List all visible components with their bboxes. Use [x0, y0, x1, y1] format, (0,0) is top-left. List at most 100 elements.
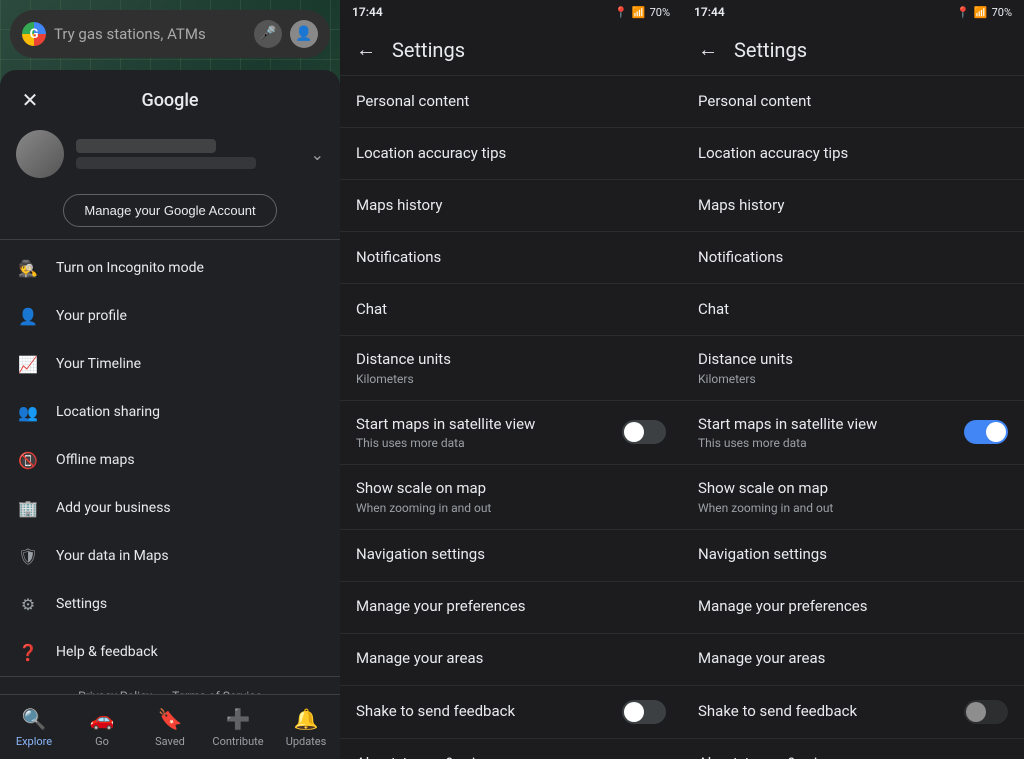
business-icon: 🏢 — [16, 496, 40, 520]
mid-item-preferences[interactable]: Manage your preferences — [340, 582, 682, 634]
mid-status-bar: 17:44 📍 📶 70% — [340, 0, 682, 24]
right-item-areas[interactable]: Manage your areas — [682, 634, 1024, 686]
saved-label: Saved — [155, 735, 185, 748]
menu-item-offline[interactable]: 📵 Offline maps — [0, 436, 340, 484]
right-item-distance[interactable]: Distance units Kilometers — [682, 336, 1024, 401]
data-icon: 🛡 — [16, 544, 40, 568]
mid-item-about[interactable]: About, terms & privacy — [340, 739, 682, 759]
account-info: ⌄ — [0, 122, 340, 190]
updates-icon: 🔔 — [294, 707, 319, 731]
mid-item-navigation[interactable]: Navigation settings — [340, 530, 682, 582]
expand-icon[interactable]: ⌄ — [311, 145, 324, 164]
manage-account-button[interactable]: Manage your Google Account — [63, 194, 276, 227]
toggle-knob-on — [986, 422, 1006, 442]
mid-item-notifications[interactable]: Notifications — [340, 232, 682, 284]
right-wifi-icon: 📶 — [974, 6, 988, 19]
mid-item-maps-history[interactable]: Maps history — [340, 180, 682, 232]
incognito-icon: 🕵 — [16, 256, 40, 280]
mid-satellite-toggle[interactable] — [622, 420, 666, 444]
menu-item-business[interactable]: 🏢 Add your business — [0, 484, 340, 532]
right-item-satellite[interactable]: Start maps in satellite view This uses m… — [682, 401, 1024, 466]
mid-item-scale[interactable]: Show scale on map When zooming in and ou… — [340, 465, 682, 530]
mid-item-satellite[interactable]: Start maps in satellite view This uses m… — [340, 401, 682, 466]
right-status-bar: 17:44 📍 📶 70% — [682, 0, 1024, 24]
right-settings-panel: 17:44 📍 📶 70% ← Settings Personal conten… — [682, 0, 1024, 759]
right-item-location-tips[interactable]: Location accuracy tips — [682, 128, 1024, 180]
google-logo: G — [22, 22, 46, 46]
nav-go[interactable]: 🚗 Go — [68, 707, 136, 748]
right-item-preferences[interactable]: Manage your preferences — [682, 582, 1024, 634]
account-name — [76, 139, 216, 153]
right-item-shake[interactable]: Shake to send feedback — [682, 686, 1024, 739]
mid-item-shake[interactable]: Shake to send feedback — [340, 686, 682, 739]
close-icon[interactable]: ✕ — [16, 86, 44, 114]
right-item-about[interactable]: About, terms & privacy — [682, 739, 1024, 759]
drawer-title: Google — [44, 90, 296, 111]
mid-status-icons: 📍 📶 70% — [614, 6, 670, 19]
contribute-icon: ➕ — [226, 707, 251, 731]
data-label: Your data in Maps — [56, 548, 169, 564]
profile-icon: 👤 — [16, 304, 40, 328]
right-satellite-toggle[interactable] — [964, 420, 1008, 444]
menu-item-help[interactable]: ❓ Help & feedback — [0, 628, 340, 676]
go-icon: 🚗 — [90, 707, 115, 731]
menu-item-incognito[interactable]: 🕵 Turn on Incognito mode — [0, 244, 340, 292]
nav-contribute[interactable]: ➕ Contribute — [204, 707, 272, 748]
menu-item-timeline[interactable]: 📈 Your Timeline — [0, 340, 340, 388]
user-avatar[interactable]: 👤 — [290, 20, 318, 48]
mic-icon[interactable]: 🎤 — [254, 20, 282, 48]
menu-item-settings[interactable]: ⚙ Settings — [0, 580, 340, 628]
battery-mid: 70% — [650, 6, 670, 19]
menu-item-profile[interactable]: 👤 Your profile — [0, 292, 340, 340]
wifi-icon: 📶 — [632, 6, 646, 19]
bottom-nav: 🔍 Explore 🚗 Go 🔖 Saved ➕ Contribute 🔔 Up… — [0, 694, 340, 759]
nav-explore[interactable]: 🔍 Explore — [0, 707, 68, 748]
nav-updates[interactable]: 🔔 Updates — [272, 707, 340, 748]
right-item-notifications[interactable]: Notifications — [682, 232, 1024, 284]
help-icon: ❓ — [16, 640, 40, 664]
settings-label: Settings — [56, 596, 107, 612]
search-bar[interactable]: G Try gas stations, ATMs 🎤 👤 — [10, 10, 330, 58]
location-status-icon: 📍 — [614, 6, 628, 19]
mid-settings-title: Settings — [392, 38, 465, 62]
account-email — [76, 157, 256, 169]
right-battery: 70% — [992, 6, 1012, 19]
mid-item-chat[interactable]: Chat — [340, 284, 682, 336]
right-item-personal[interactable]: Personal content — [682, 76, 1024, 128]
drawer-header: ✕ Google — [0, 70, 340, 122]
mid-item-location-tips[interactable]: Location accuracy tips — [340, 128, 682, 180]
mid-item-distance[interactable]: Distance units Kilometers — [340, 336, 682, 401]
settings-icon: ⚙ — [16, 592, 40, 616]
business-label: Add your business — [56, 500, 171, 516]
explore-icon: 🔍 — [22, 707, 47, 731]
search-input[interactable]: Try gas stations, ATMs — [54, 25, 246, 43]
profile-label: Your profile — [56, 308, 127, 324]
menu-item-data[interactable]: 🛡 Your data in Maps — [0, 532, 340, 580]
mid-settings-list: Personal content Location accuracy tips … — [340, 76, 682, 759]
location-sharing-icon: 👥 — [16, 400, 40, 424]
incognito-label: Turn on Incognito mode — [56, 260, 204, 276]
toggle-knob-shake — [966, 702, 986, 722]
right-settings-header: ← Settings — [682, 24, 1024, 76]
mid-back-button[interactable]: ← — [356, 37, 376, 62]
menu-item-location-sharing[interactable]: 👥 Location sharing — [0, 388, 340, 436]
right-back-button[interactable]: ← — [698, 37, 718, 62]
mid-settings-panel: 17:44 📍 📶 70% ← Settings Personal conten… — [340, 0, 682, 759]
offline-label: Offline maps — [56, 452, 135, 468]
account-drawer: ✕ Google ⌄ Manage your Google Account 🕵 … — [0, 70, 340, 717]
mid-item-personal[interactable]: Personal content — [340, 76, 682, 128]
right-item-maps-history[interactable]: Maps history — [682, 180, 1024, 232]
mid-item-areas[interactable]: Manage your areas — [340, 634, 682, 686]
right-item-navigation[interactable]: Navigation settings — [682, 530, 1024, 582]
updates-label: Updates — [286, 735, 327, 748]
right-settings-list: Personal content Location accuracy tips … — [682, 76, 1024, 759]
toggle-knob — [624, 422, 644, 442]
right-shake-toggle[interactable] — [964, 700, 1008, 724]
right-item-chat[interactable]: Chat — [682, 284, 1024, 336]
right-item-scale[interactable]: Show scale on map When zooming in and ou… — [682, 465, 1024, 530]
mid-time: 17:44 — [352, 5, 383, 19]
mid-shake-toggle[interactable] — [622, 700, 666, 724]
nav-saved[interactable]: 🔖 Saved — [136, 707, 204, 748]
explore-label: Explore — [16, 735, 52, 748]
left-panel: G Try gas stations, ATMs 🎤 👤 ✕ Google ⌄ … — [0, 0, 340, 759]
